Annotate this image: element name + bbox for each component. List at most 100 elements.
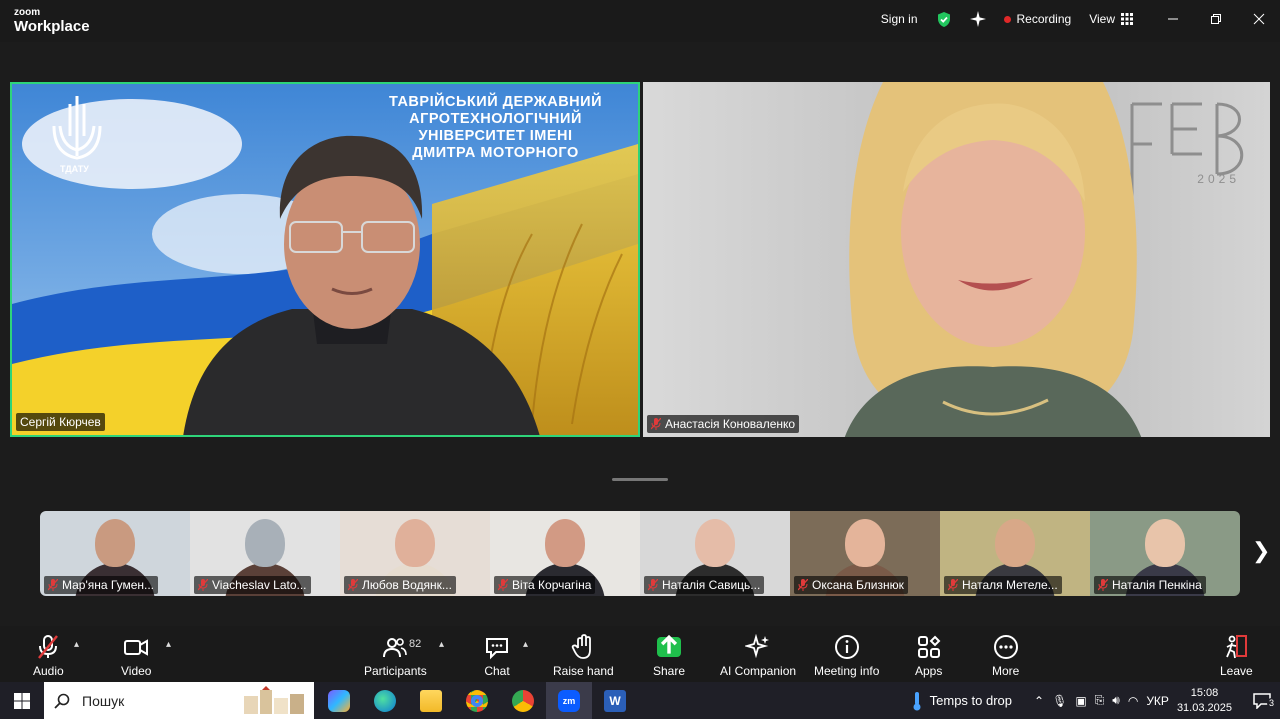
meeting-info-label: Meeting info bbox=[814, 664, 880, 678]
notifications-button[interactable]: 3 bbox=[1244, 692, 1280, 709]
participant-thumbnail[interactable]: Оксана Близнюк bbox=[790, 511, 940, 596]
windows-start-icon[interactable] bbox=[0, 682, 44, 719]
participant-thumbnail[interactable]: Наталія Пенкіна bbox=[1090, 511, 1240, 596]
speaker-name: Сергій Кюрчев bbox=[20, 415, 101, 429]
notification-count-badge: 3 bbox=[1266, 697, 1276, 708]
muted-mic-icon bbox=[38, 635, 59, 659]
thumbnail-name: Наталія Савиць... bbox=[662, 578, 761, 592]
recording-indicator[interactable]: Recording bbox=[1003, 12, 1072, 26]
recording-label: Recording bbox=[1016, 12, 1072, 26]
chrome-browser-icon[interactable] bbox=[454, 682, 500, 719]
muted-mic-icon bbox=[348, 579, 358, 591]
muted-mic-icon bbox=[498, 579, 508, 591]
muted-mic-icon bbox=[1098, 579, 1108, 591]
participant-face bbox=[1145, 519, 1185, 567]
thumbnail-name-tag: Любов Водянк... bbox=[344, 576, 456, 594]
thumbnail-name: Оксана Близнюк bbox=[812, 578, 904, 592]
microphone-tray-icon[interactable]: 🎙︎ bbox=[1052, 694, 1067, 708]
wifi-icon[interactable]: ◠ bbox=[1128, 694, 1138, 708]
participant-strip: Мар'яна Гумен... Viacheslav Lato... Любов … bbox=[40, 511, 1240, 596]
chrome-profile-icon[interactable] bbox=[500, 682, 546, 719]
audio-button[interactable]: Audio bbox=[33, 634, 64, 678]
share-label: Share bbox=[653, 664, 686, 678]
grid-icon bbox=[1121, 13, 1133, 25]
participant-thumbnail[interactable]: Мар'яна Гумен... bbox=[40, 511, 190, 596]
share-button[interactable]: Share bbox=[653, 634, 685, 678]
leave-door-icon bbox=[1226, 635, 1248, 659]
audio-options-caret-icon[interactable]: ▴ bbox=[74, 639, 79, 650]
search-highlight-town-icon bbox=[244, 686, 304, 714]
participant-thumbnail[interactable]: Наталія Савиць... bbox=[640, 511, 790, 596]
audio-label: Audio bbox=[33, 664, 64, 678]
camera-tray-icon[interactable]: ▣ bbox=[1075, 694, 1086, 708]
chat-label: Chat bbox=[484, 664, 510, 678]
thumbnail-name-tag: Мар'яна Гумен... bbox=[44, 576, 159, 594]
security-shield-icon[interactable] bbox=[936, 11, 952, 28]
keyboard-language[interactable]: УКР bbox=[1146, 694, 1169, 708]
ai-sparkle-icon[interactable] bbox=[969, 11, 986, 27]
chat-button[interactable]: Chat bbox=[484, 634, 510, 678]
sign-in-button[interactable]: Sign in bbox=[881, 12, 918, 26]
participant-thumbnail[interactable]: Віта Корчагіна bbox=[490, 511, 640, 596]
thumbnail-name: Наталія Пенкіна bbox=[1112, 578, 1202, 592]
thumbnail-name-tag: Віта Корчагіна bbox=[494, 576, 596, 594]
system-clock[interactable]: 15:08 31.03.2025 bbox=[1177, 686, 1232, 716]
minimize-icon[interactable] bbox=[1151, 0, 1194, 38]
more-label: More bbox=[992, 664, 1020, 678]
participant-video-main[interactable]: 2025 Анастасія Коноваленко bbox=[643, 82, 1270, 437]
meeting-info-button[interactable]: Meeting info bbox=[814, 634, 879, 678]
participant-face bbox=[245, 519, 285, 567]
file-explorer-icon[interactable] bbox=[408, 682, 454, 719]
view-button[interactable]: View bbox=[1089, 12, 1133, 26]
raise-hand-label: Raise hand bbox=[553, 664, 614, 678]
thumbnail-name-tag: Наталія Савиць... bbox=[644, 576, 765, 594]
edge-browser-icon[interactable] bbox=[362, 682, 408, 719]
apps-button[interactable]: Apps bbox=[915, 634, 942, 678]
chat-options-caret-icon[interactable]: ▴ bbox=[523, 639, 528, 650]
participants-label: Participants bbox=[364, 664, 427, 678]
ai-companion-button[interactable]: AI Companion bbox=[720, 634, 796, 678]
video-label: Video bbox=[121, 664, 152, 678]
resize-handle[interactable] bbox=[612, 478, 668, 481]
participant-name-tag: Анастасія Коноваленко bbox=[647, 415, 800, 433]
participant-face bbox=[545, 519, 585, 567]
word-app-icon[interactable]: W bbox=[592, 682, 638, 719]
video-options-caret-icon[interactable]: ▴ bbox=[166, 639, 171, 650]
raise-hand-button[interactable]: Raise hand bbox=[553, 634, 614, 678]
windows-taskbar: Пошук zm W Temps to drop ⌃ 🎙︎ ▣ ⎘ 🔊︎ ◠ У… bbox=[0, 682, 1280, 719]
leave-button[interactable]: Leave bbox=[1220, 634, 1253, 678]
more-button[interactable]: More bbox=[992, 634, 1019, 678]
event-year: 2025 bbox=[1197, 172, 1240, 186]
speaker-volume-icon[interactable]: 🔊︎ bbox=[1112, 693, 1120, 708]
restore-icon[interactable] bbox=[1194, 0, 1237, 38]
participants-count: 82 bbox=[409, 638, 422, 650]
zoom-logo: zoom Workplace bbox=[14, 7, 90, 35]
thumbnail-name-tag: Оксана Близнюк bbox=[794, 576, 908, 594]
muted-mic-icon bbox=[648, 579, 658, 591]
weather-widget[interactable]: Temps to drop bbox=[912, 691, 1012, 711]
participants-options-caret-icon[interactable]: ▴ bbox=[439, 639, 444, 650]
device-tray-icon[interactable]: ⎘ bbox=[1095, 693, 1105, 708]
apps-label: Apps bbox=[915, 664, 943, 678]
apps-icon bbox=[917, 635, 941, 658]
tray-expand-chevron-icon[interactable]: ⌃ bbox=[1034, 694, 1044, 708]
copilot-app-icon[interactable] bbox=[316, 682, 362, 719]
video-button[interactable]: Video bbox=[121, 634, 151, 678]
participant-thumbnail[interactable]: Viacheslav Lato... bbox=[190, 511, 340, 596]
brand-large: Workplace bbox=[14, 18, 90, 35]
taskbar-search-box[interactable]: Пошук bbox=[44, 682, 314, 719]
thumbnail-name-tag: Наталя Метеле... bbox=[944, 576, 1062, 594]
title-bar: zoom Workplace Sign in Recording View bbox=[0, 0, 1280, 42]
speaker-video[interactable]: ТДАТУ ТАВРІЙСЬКИЙ ДЕРЖАВНИЙ АГРОТЕХНОЛОГ… bbox=[10, 82, 640, 437]
view-label: View bbox=[1089, 12, 1115, 26]
search-icon bbox=[54, 693, 70, 709]
ai-companion-icon bbox=[745, 634, 770, 659]
banner-line: ТАВРІЙСЬКИЙ ДЕРЖАВНИЙ bbox=[389, 94, 602, 110]
participant-thumbnail[interactable]: Любов Водянк... bbox=[340, 511, 490, 596]
brand-small: zoom bbox=[14, 7, 41, 18]
participant-face bbox=[845, 519, 885, 567]
zoom-app-icon[interactable]: zm bbox=[546, 682, 592, 719]
next-page-chevron-icon[interactable]: ❯ bbox=[1252, 538, 1270, 564]
close-icon[interactable] bbox=[1237, 0, 1280, 38]
participant-thumbnail[interactable]: Наталя Метеле... bbox=[940, 511, 1090, 596]
